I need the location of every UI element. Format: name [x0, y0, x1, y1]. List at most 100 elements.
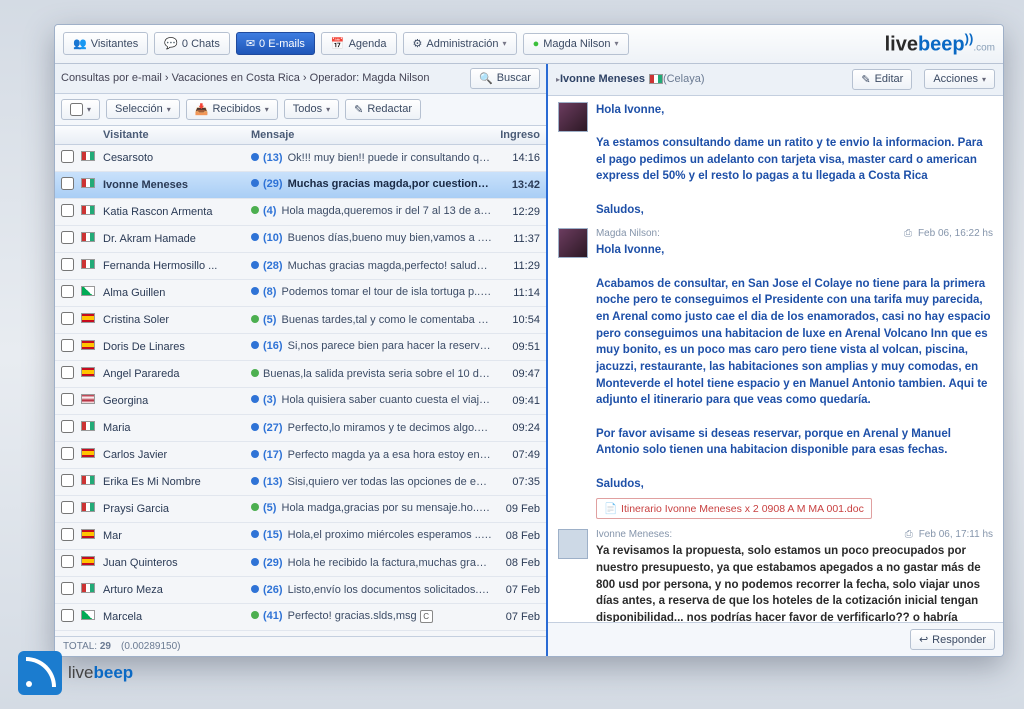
row-checkbox[interactable]: [61, 555, 74, 568]
brand-logo: livebeep)).com: [885, 31, 995, 57]
row-checkbox[interactable]: [61, 177, 74, 190]
reply-bar: ↩ Responder: [548, 622, 1003, 656]
avatar: [558, 228, 588, 258]
ingress-time: 11:37: [492, 233, 540, 245]
tag-c-icon: C: [420, 610, 433, 623]
avatar: [558, 102, 588, 132]
nav-emails[interactable]: ✉0 E-mails: [236, 32, 315, 55]
nav-chats[interactable]: 💬0 Chats: [154, 32, 230, 55]
pencil-icon: ✎: [354, 103, 363, 116]
table-row[interactable]: Carlos Javier(17) Perfecto magda ya a es…: [55, 442, 546, 469]
row-checkbox[interactable]: [61, 204, 74, 217]
table-row[interactable]: Dr. Akram Hamade(10) Buenos días,bueno m…: [55, 226, 546, 253]
select-all-toggle[interactable]: ▾: [61, 99, 100, 120]
reply-button[interactable]: ↩ Responder: [910, 629, 995, 650]
row-checkbox[interactable]: [61, 528, 74, 541]
visitor-name: Maria: [103, 422, 251, 434]
ingress-time: 09:47: [492, 368, 540, 380]
chevron-down-icon: ▾: [326, 105, 330, 114]
table-row[interactable]: Ivonne Meneses(29) Muchas gracias magda,…: [55, 172, 546, 199]
table-row[interactable]: Doris De Linares(16) Si,nos parece bien …: [55, 334, 546, 361]
ingress-time: 07 Feb: [492, 584, 540, 596]
status-dot-icon: [251, 315, 259, 323]
table-row[interactable]: Praysi Garcia(5) Hola madga,gracias por …: [55, 496, 546, 523]
status-dot-icon: [251, 206, 259, 214]
table-row[interactable]: Juan Quinteros(29) Hola he recibido la f…: [55, 550, 546, 577]
status-dot-icon: [251, 503, 259, 511]
mail-icon: ✉: [246, 37, 255, 50]
ingress-time: 10:54: [492, 314, 540, 326]
row-checkbox[interactable]: [61, 501, 74, 514]
table-row[interactable]: Maria(27) Perfecto,lo miramos y te decim…: [55, 415, 546, 442]
row-checkbox[interactable]: [61, 474, 74, 487]
actions-dropdown[interactable]: Acciones ▾: [924, 69, 995, 89]
table-row[interactable]: Georgina(3) Hola quisiera saber cuanto c…: [55, 388, 546, 415]
ingress-time: 09:41: [492, 395, 540, 407]
inbox-list[interactable]: Cesarsoto(13) Ok!!! muy bien!! puede ir …: [55, 145, 546, 636]
print-icon[interactable]: ⎙: [905, 529, 913, 540]
nav-admin[interactable]: ⚙Administración ▾: [403, 32, 517, 55]
table-row[interactable]: Mar(15) Hola,el proximo miércoles espera…: [55, 523, 546, 550]
table-row[interactable]: Cristina Soler(5) Buenas tardes,tal y co…: [55, 307, 546, 334]
table-row[interactable]: Katia Rascon Armenta(4) Hola magda,quere…: [55, 199, 546, 226]
row-checkbox[interactable]: [61, 150, 74, 163]
nav-user[interactable]: ●Magda Nilson ▾: [523, 33, 629, 55]
visitor-name: Dr. Akram Hamade: [103, 233, 251, 245]
message-time: Feb 06, 16:22 hs: [918, 228, 993, 239]
inbox-pane: Consultas por e-mail › Vacaciones en Cos…: [55, 64, 548, 656]
row-checkbox[interactable]: [61, 258, 74, 271]
recibidos-dropdown[interactable]: 📥 Recibidos ▾: [186, 99, 278, 120]
message-text: Hola Ivonne,Acabamos de consultar, en Sa…: [596, 242, 993, 492]
nav-agenda[interactable]: 📅Agenda: [321, 32, 397, 55]
table-row[interactable]: Fernanda Hermosillo ...(28) Muchas graci…: [55, 253, 546, 280]
message-thread[interactable]: Hola Ivonne,Ya estamos consultando dame …: [548, 96, 1003, 622]
table-row[interactable]: Erika Es Mi Nombre(13) Sisi,quiero ver t…: [55, 469, 546, 496]
row-checkbox[interactable]: [61, 312, 74, 325]
row-checkbox[interactable]: [61, 447, 74, 460]
table-row[interactable]: Angel PararedaBuenas,la salida prevista …: [55, 361, 546, 388]
status-dot-icon: [251, 179, 259, 187]
table-row[interactable]: Marcela(41) Perfecto! gracias.slds,msgC0…: [55, 604, 546, 631]
pencil-icon: ✎: [861, 73, 870, 86]
row-checkbox[interactable]: [61, 582, 74, 595]
attachment[interactable]: 📄Itinerario Ivonne Meneses x 2 0908 A M …: [596, 498, 872, 519]
status-dot-icon: ●: [533, 38, 540, 50]
th-ingreso[interactable]: Ingreso: [492, 129, 540, 141]
print-icon[interactable]: ⎙: [904, 228, 912, 239]
compose-button[interactable]: ✎ Redactar: [345, 99, 421, 120]
row-checkbox[interactable]: [61, 366, 74, 379]
avatar: [558, 529, 588, 559]
selection-dropdown[interactable]: Selección ▾: [106, 99, 180, 119]
users-icon: 👥: [73, 37, 87, 50]
row-checkbox[interactable]: [61, 609, 74, 622]
contact-name: Ivonne Meneses: [560, 73, 645, 85]
message-snippet: (5) Hola madga,gracias por su mensaje.ho…: [251, 502, 492, 515]
flag-icon: [81, 178, 95, 188]
todos-dropdown[interactable]: Todos ▾: [284, 99, 339, 119]
message-snippet: (41) Perfecto! gracias.slds,msgC: [251, 610, 492, 623]
table-row[interactable]: Arturo Meza(26) Listo,envío los document…: [55, 577, 546, 604]
th-mensaje[interactable]: Mensaje: [251, 129, 492, 141]
row-checkbox[interactable]: [61, 420, 74, 433]
row-checkbox[interactable]: [61, 393, 74, 406]
status-dot-icon: [251, 558, 259, 566]
table-row[interactable]: Cesarsoto(13) Ok!!! muy bien!! puede ir …: [55, 145, 546, 172]
ingress-time: 11:14: [492, 287, 540, 299]
row-checkbox[interactable]: [61, 231, 74, 244]
nav-visitantes[interactable]: 👥Visitantes: [63, 32, 148, 55]
status-dot-icon: [251, 287, 259, 295]
file-icon: 📄: [604, 502, 617, 515]
row-checkbox[interactable]: [61, 285, 74, 298]
row-checkbox[interactable]: [61, 339, 74, 352]
chevron-down-icon: ▾: [265, 105, 269, 114]
checkbox-icon[interactable]: [70, 103, 83, 116]
message-snippet: (13) Ok!!! muy bien!! puede ir consultan…: [251, 152, 492, 164]
edit-button[interactable]: ✎ Editar: [852, 69, 912, 90]
th-visitante[interactable]: Visitante: [103, 129, 251, 141]
search-button[interactable]: 🔍Buscar: [470, 68, 540, 89]
chevron-down-icon: ▾: [503, 39, 507, 48]
status-dot-icon: [251, 611, 259, 619]
table-row[interactable]: Alma Guillen(8) Podemos tomar el tour de…: [55, 280, 546, 307]
flag-icon: [81, 232, 95, 242]
visitor-name: Angel Parareda: [103, 368, 251, 380]
